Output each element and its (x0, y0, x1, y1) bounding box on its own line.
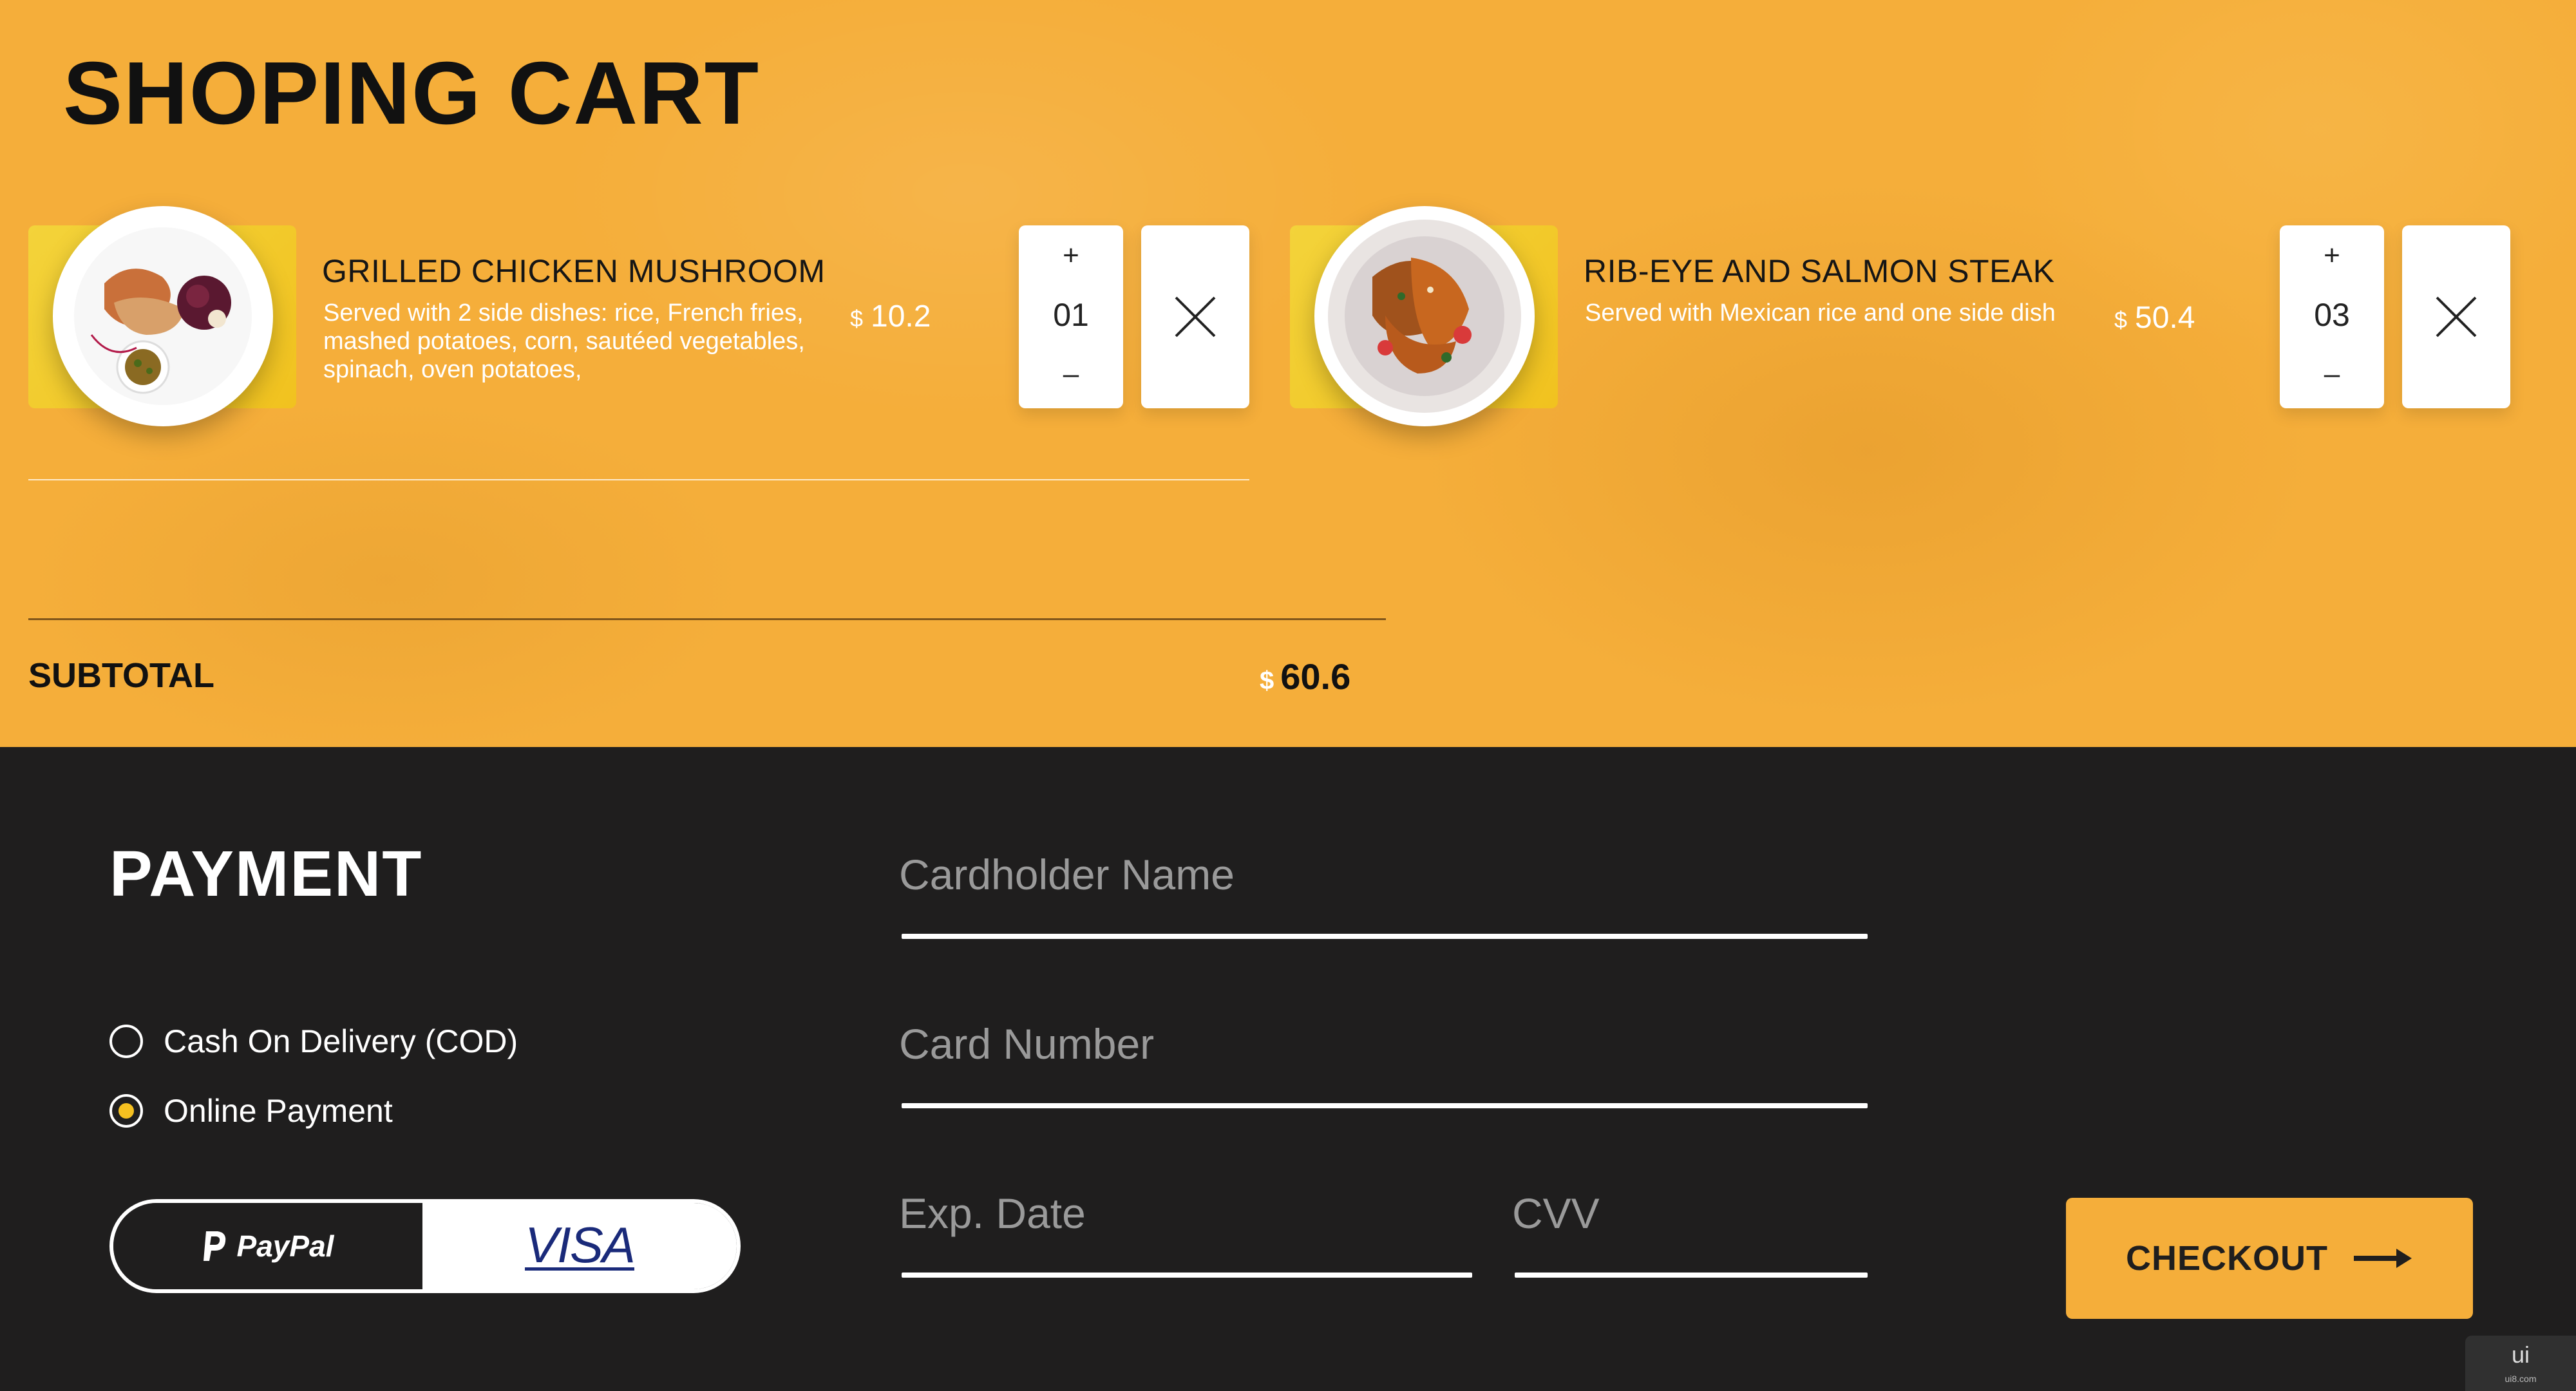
quantity-stepper: + 01 – (1019, 225, 1123, 408)
radio-selected-dot (118, 1103, 134, 1119)
item-price: $50.4 (2114, 300, 2195, 336)
decrement-button[interactable]: – (2280, 358, 2384, 390)
payment-section: PAYMENT Cash On Delivery (COD) Online Pa… (0, 747, 2576, 1391)
increment-button[interactable]: + (1019, 240, 1123, 272)
watermark-badge: ui ui8.com (2465, 1336, 2576, 1391)
close-x-icon (2436, 296, 2477, 337)
field-underline (902, 1103, 1868, 1108)
remove-item-button[interactable] (1141, 225, 1249, 408)
visa-label: VISA (525, 1216, 636, 1273)
cvv-field (1512, 1189, 1868, 1278)
quantity-stepper: + 03 – (2280, 225, 2384, 408)
paypal-label: PayPal (236, 1229, 334, 1263)
cart-item: RIB-EYE AND SALMON STEAK Served with Mex… (1290, 206, 2546, 426)
cart-item: GRILLED CHICKEN MUSHROOM Served with 2 s… (28, 206, 1284, 426)
item-name: GRILLED CHICKEN MUSHROOM (322, 253, 826, 289)
currency-symbol: $ (850, 305, 864, 332)
item-price: $10.2 (850, 299, 931, 334)
quantity-value: 03 (2314, 297, 2350, 333)
subtotal-label: SUBTOTAL (28, 656, 214, 695)
paypal-logo-icon (203, 1231, 225, 1261)
field-underline (902, 934, 1868, 939)
radio-online-payment[interactable]: Online Payment (109, 1092, 393, 1130)
page-title: SHOPING CART (63, 44, 761, 143)
item-image (53, 206, 273, 426)
exp-date-input[interactable] (899, 1189, 1472, 1238)
card-number-input[interactable] (899, 1019, 1868, 1068)
price-value: 10.2 (871, 299, 931, 334)
radio-cash-on-delivery[interactable]: Cash On Delivery (COD) (109, 1023, 518, 1060)
quantity-value: 01 (1053, 297, 1089, 333)
arrow-right-icon (2354, 1249, 2412, 1268)
increment-button[interactable]: + (2280, 240, 2384, 272)
payment-method-toggle: PayPal VISA (109, 1199, 741, 1293)
cvv-input[interactable] (1512, 1189, 1868, 1238)
field-underline (902, 1273, 1472, 1278)
payment-title: PAYMENT (109, 838, 423, 910)
item-image (1314, 206, 1535, 426)
exp-date-field (899, 1189, 1472, 1278)
checkout-button[interactable]: CHECKOUT (2066, 1198, 2473, 1319)
item-description: Served with Mexican rice and one side di… (1585, 299, 2056, 326)
currency-symbol: $ (1260, 667, 1274, 695)
steak-dish-image (1316, 208, 1533, 424)
cardholder-name-input[interactable] (899, 850, 1868, 899)
subtotal-divider (28, 618, 1386, 620)
radio-label: Online Payment (164, 1093, 393, 1129)
remove-item-button[interactable] (2402, 225, 2510, 408)
chicken-dish-image (55, 208, 271, 424)
cardholder-name-field (899, 850, 1868, 939)
watermark-text: ui (2511, 1341, 2530, 1368)
item-name: RIB-EYE AND SALMON STEAK (1584, 253, 2055, 289)
item-description: Served with 2 side dishes: rice, French … (323, 299, 805, 383)
subtotal-amount: 60.6 (1280, 656, 1351, 697)
close-x-icon (1175, 296, 1216, 337)
watermark-sub: ui8.com (2505, 1374, 2537, 1384)
price-value: 50.4 (2135, 301, 2195, 335)
radio-label: Cash On Delivery (COD) (164, 1023, 518, 1059)
radio-button[interactable] (109, 1025, 143, 1058)
checkout-label: CHECKOUT (2126, 1239, 2328, 1278)
subtotal-value: $60.6 (1260, 656, 1350, 697)
cart-section: SHOPING CART GRILLED CHICKEN MUSHROOM Se… (0, 0, 2576, 747)
radio-button[interactable] (109, 1094, 143, 1128)
item-divider (28, 479, 1249, 480)
field-underline (1515, 1273, 1868, 1278)
decrement-button[interactable]: – (1019, 358, 1123, 390)
visa-option[interactable]: VISA (422, 1203, 737, 1289)
card-number-field (899, 1019, 1868, 1108)
paypal-option[interactable]: PayPal (113, 1203, 422, 1289)
currency-symbol: $ (2114, 307, 2128, 333)
